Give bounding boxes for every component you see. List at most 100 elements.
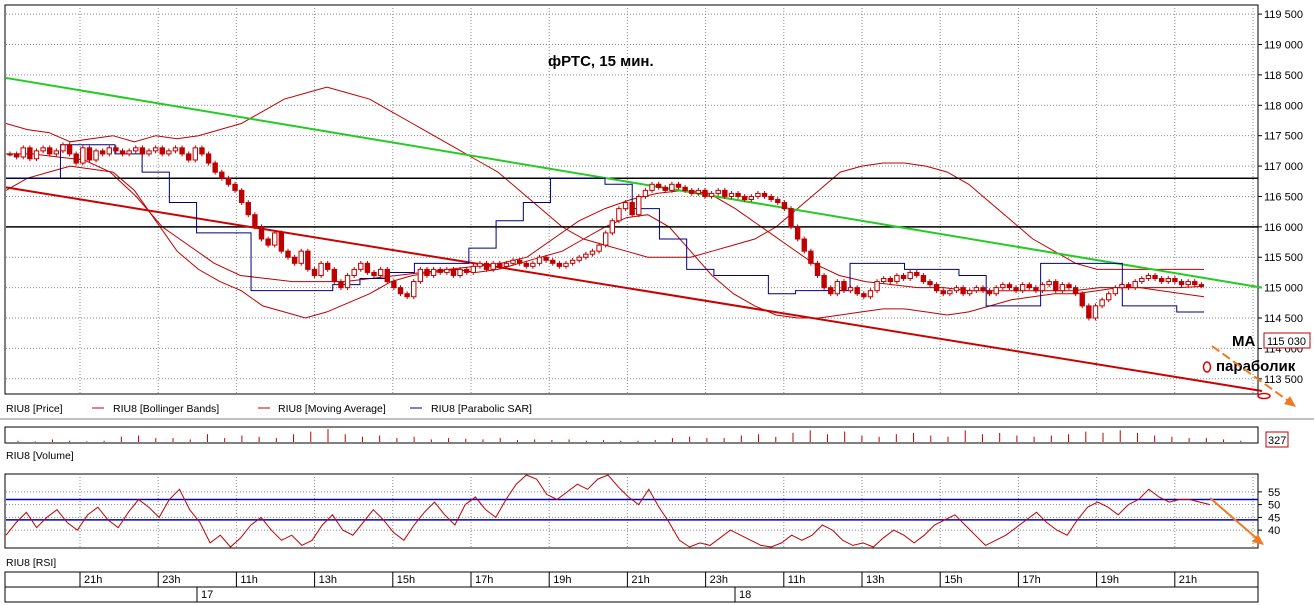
candle-body xyxy=(66,144,73,155)
candle-body xyxy=(411,281,417,298)
candle-body xyxy=(715,189,721,194)
candle-body xyxy=(1013,287,1019,292)
candle-body xyxy=(1079,293,1085,307)
candle-body xyxy=(755,192,761,197)
candle-body xyxy=(1112,287,1119,295)
candle-body xyxy=(490,262,496,270)
candle-body xyxy=(7,153,13,156)
candle-body xyxy=(331,268,338,283)
y-tick-label: 119 000 xyxy=(1264,40,1303,52)
candle-body xyxy=(861,293,867,298)
candle-body xyxy=(880,278,887,283)
candle-body xyxy=(960,287,966,295)
candle-body xyxy=(761,192,768,197)
candle-body xyxy=(245,202,251,216)
time-label: 11h xyxy=(788,574,806,586)
candle-body xyxy=(986,290,993,295)
candle-body xyxy=(1178,281,1185,286)
candle-body xyxy=(801,238,807,252)
candle-body xyxy=(722,189,728,197)
volume-panel: 327 RIU8 [Volume] xyxy=(4,426,1289,462)
trend-end-marker xyxy=(1257,392,1271,400)
candle-body xyxy=(649,183,655,191)
candle-body xyxy=(265,238,271,246)
y-tick-label: 118 500 xyxy=(1264,70,1303,82)
candle-body xyxy=(569,259,576,264)
candle-body xyxy=(199,147,205,155)
candle-body xyxy=(609,220,616,234)
candle-body xyxy=(404,293,410,298)
date-label: 18 xyxy=(739,589,751,601)
candle-body xyxy=(186,153,192,161)
candle-body xyxy=(887,278,893,283)
time-label: 13h xyxy=(319,574,337,586)
candle-body xyxy=(146,150,152,155)
candle-body xyxy=(311,268,318,276)
candle-body xyxy=(1059,284,1066,292)
candle-body xyxy=(636,195,642,216)
legend-volume: RIU8 [Volume] xyxy=(6,450,74,462)
candle-body xyxy=(166,150,172,155)
candle-body xyxy=(278,232,285,252)
candle-body xyxy=(159,147,165,155)
candle-body xyxy=(126,150,132,155)
candle-body xyxy=(285,250,291,258)
candle-body xyxy=(1006,284,1013,289)
candle-body xyxy=(47,147,53,155)
y-tick-label: 117 000 xyxy=(1264,161,1303,173)
candle-body xyxy=(874,281,880,292)
candle-body xyxy=(1198,284,1205,287)
candle-body xyxy=(477,262,483,267)
candle-body xyxy=(470,265,477,273)
y-tick-label: 115 000 xyxy=(1264,283,1303,295)
candle-body xyxy=(232,183,238,191)
candle-body xyxy=(272,232,278,246)
candle-body xyxy=(1019,284,1026,292)
candle-body xyxy=(33,150,40,160)
candle-body xyxy=(708,192,715,197)
candle-body xyxy=(351,268,357,276)
time-label: 11h xyxy=(240,574,258,586)
candle-body xyxy=(212,162,218,173)
candle-body xyxy=(417,268,424,283)
candle-body xyxy=(113,147,119,152)
candle-body xyxy=(655,183,662,188)
candle-body xyxy=(1172,278,1178,283)
y-tick-label: 119 500 xyxy=(1264,9,1303,21)
candle-body xyxy=(583,253,589,258)
candle-body xyxy=(338,281,344,289)
y-tick-label: 115 500 xyxy=(1264,252,1303,264)
candle-body xyxy=(1092,305,1099,319)
candle-body xyxy=(152,147,159,152)
candle-body xyxy=(821,274,827,289)
candle-body xyxy=(1152,274,1158,280)
y-tick-label: 114 500 xyxy=(1264,313,1303,325)
candle-body xyxy=(133,147,139,152)
candle-body xyxy=(947,290,953,295)
candle-body xyxy=(192,147,199,161)
time-label: 13h xyxy=(866,574,884,586)
candle-body xyxy=(444,268,450,273)
candle-body xyxy=(616,208,622,222)
candle-body xyxy=(927,281,933,286)
candle-body xyxy=(450,268,457,276)
candle-body xyxy=(894,274,900,283)
candle-body xyxy=(1072,287,1079,295)
candle-body xyxy=(93,150,99,161)
candle-body xyxy=(53,150,60,155)
candle-body xyxy=(86,147,93,161)
candle-body xyxy=(1000,284,1006,289)
candle-body xyxy=(1033,287,1039,292)
candle-body xyxy=(139,147,146,155)
candle-body xyxy=(589,250,596,255)
candle-body xyxy=(841,281,847,292)
candle-body xyxy=(695,189,702,194)
candle-body xyxy=(516,259,523,264)
candle-body xyxy=(596,244,602,252)
candle-body xyxy=(430,268,437,276)
candle-body xyxy=(20,147,26,158)
candle-body xyxy=(523,262,529,267)
chart-canvas: 119 500 119 000 118 500 118 000 117 500 117 0… xyxy=(0,4,1314,603)
rsi-plot-area xyxy=(4,473,1259,549)
rsi-y-tick-label: 50 xyxy=(1268,500,1280,512)
